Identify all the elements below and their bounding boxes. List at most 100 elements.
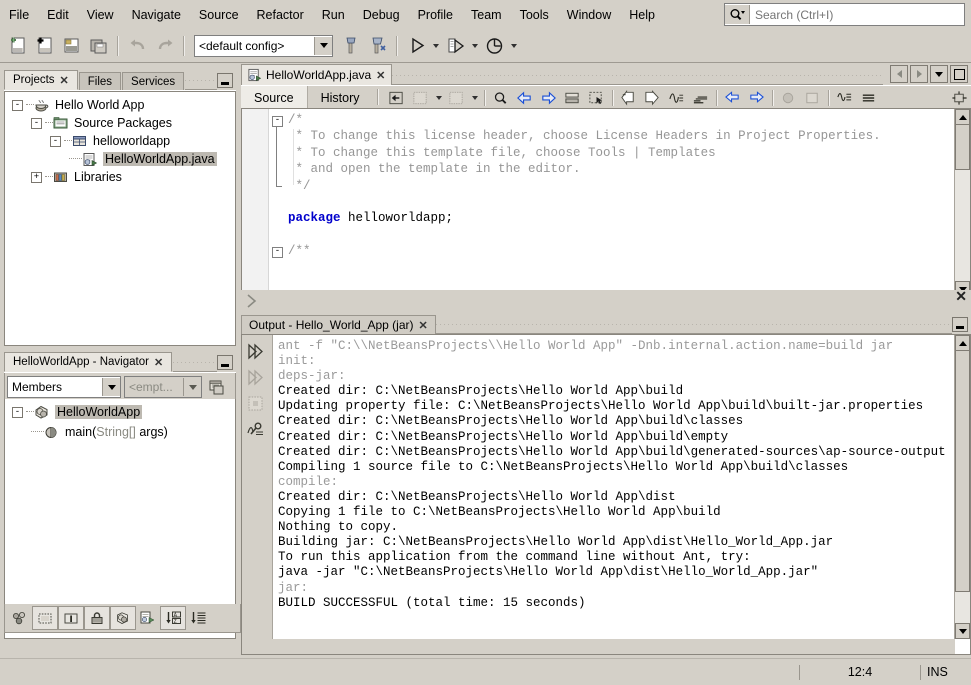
stop-button[interactable] <box>242 391 270 417</box>
expand-chevron-icon[interactable] <box>244 292 264 310</box>
tree-item-source-packages[interactable]: - Source Packages <box>5 114 235 132</box>
expander-icon[interactable]: - <box>12 100 23 111</box>
close-icon[interactable]: ✕ <box>60 74 69 87</box>
output-line[interactable]: Created dir: C:\NetBeansProjects\Hello W… <box>278 384 954 399</box>
menu-item-profile[interactable]: Profile <box>409 4 462 26</box>
comment-button[interactable] <box>689 87 713 108</box>
navigator-filter-select[interactable]: <empt... <box>124 376 202 398</box>
expander-icon[interactable]: - <box>12 407 23 418</box>
menu-item-file[interactable]: File <box>0 4 38 26</box>
chevron-down-icon[interactable] <box>102 378 120 396</box>
toggle-highlight-button[interactable] <box>561 87 585 108</box>
close-icon[interactable]: ✕ <box>419 319 428 332</box>
tree-item-libraries[interactable]: + Libraries <box>5 168 235 186</box>
editor-options-button[interactable] <box>947 87 971 108</box>
uncomment-button[interactable] <box>721 87 745 108</box>
output-line[interactable]: Created dir: C:\NetBeansProjects\Hello W… <box>278 490 954 505</box>
tab-source[interactable]: Source <box>241 86 308 109</box>
tree-item-helloworldapp-java[interactable]: HelloWorldApp.java <box>5 150 235 168</box>
editor-vertical-scrollbar[interactable] <box>954 109 970 297</box>
minimize-icon[interactable] <box>952 317 968 332</box>
run-project-button[interactable] <box>403 33 430 59</box>
save-all-button[interactable] <box>85 33 112 59</box>
output-console[interactable]: ant -f "C:\\NetBeansProjects\\Hello Worl… <box>241 334 971 655</box>
code-editor-area[interactable]: 1-/*2 * To change this license header, c… <box>241 108 971 313</box>
expander-icon[interactable]: + <box>31 172 42 183</box>
menu-item-tools[interactable]: Tools <box>511 4 558 26</box>
next-bookmark-button[interactable] <box>445 87 469 108</box>
find-selection-button[interactable] <box>489 87 513 108</box>
tree-item-helloworldapp-class[interactable]: - HelloWorldApp <box>5 399 235 421</box>
tree-item-main-method[interactable]: main(String[] args) <box>5 421 235 441</box>
open-project-button[interactable] <box>58 33 85 59</box>
toolbar-toggle-button[interactable] <box>857 87 881 108</box>
output-text[interactable]: ant -f "C:\\NetBeansProjects\\Hello Worl… <box>278 339 954 611</box>
menu-item-view[interactable]: View <box>78 4 123 26</box>
output-line[interactable]: Copying 1 file to C:\NetBeansProjects\He… <box>278 505 954 520</box>
shift-right-button[interactable] <box>641 87 665 108</box>
menu-item-navigate[interactable]: Navigate <box>123 4 190 26</box>
menu-item-window[interactable]: Window <box>558 4 620 26</box>
code-line[interactable]: * and open the template in the editor. <box>288 162 581 176</box>
new-project-button[interactable] <box>31 33 58 59</box>
debug-dropdown-icon[interactable] <box>472 44 478 48</box>
sort-alphabetically-button[interactable]: A Z <box>160 606 186 630</box>
menu-item-refactor[interactable]: Refactor <box>248 4 313 26</box>
scroll-up-button[interactable] <box>955 109 970 125</box>
profile-dropdown-icon[interactable] <box>511 44 517 48</box>
menu-item-run[interactable]: Run <box>313 4 354 26</box>
scroll-thumb[interactable] <box>955 124 970 170</box>
show-static-members-button[interactable] <box>58 606 84 630</box>
output-line[interactable]: compile: <box>278 475 954 490</box>
tree-item-helloworldapp-package[interactable]: - helloworldapp <box>5 132 235 150</box>
scroll-up-button[interactable] <box>955 335 970 351</box>
tab-navigator[interactable]: HelloWorldApp - Navigator ✕ <box>4 352 172 372</box>
code-line[interactable]: package helloworldapp; <box>288 211 453 225</box>
profile-project-button[interactable] <box>481 33 508 59</box>
output-line[interactable]: java -jar "C:\NetBeansProjects\Hello Wor… <box>278 565 954 580</box>
output-line[interactable]: ant -f "C:\\NetBeansProjects\\Hello Worl… <box>278 339 954 354</box>
find-next-button[interactable] <box>537 87 561 108</box>
projects-tree[interactable]: - Hello World App - <box>4 91 236 346</box>
output-line[interactable]: Updating property file: C:\NetBeansProje… <box>278 399 954 414</box>
minimize-icon[interactable] <box>217 73 233 88</box>
chevron-down-icon[interactable] <box>472 96 478 100</box>
output-line[interactable]: Created dir: C:\NetBeansProjects\Hello W… <box>278 445 954 460</box>
output-line[interactable]: Compiling 1 source file to C:\NetBeansPr… <box>278 460 954 475</box>
chevron-down-icon[interactable] <box>183 378 201 396</box>
code-line[interactable]: * To change this license header, choose … <box>288 129 881 143</box>
expander-icon[interactable]: - <box>31 118 42 129</box>
expander-icon[interactable]: - <box>50 136 61 147</box>
toggle-bookmark-button[interactable] <box>777 87 801 108</box>
menu-item-source[interactable]: Source <box>190 4 248 26</box>
sort-by-source-button[interactable] <box>186 607 210 629</box>
rerun-alt-button[interactable] <box>242 365 270 391</box>
run-dropdown-icon[interactable] <box>433 44 439 48</box>
tab-history[interactable]: History <box>308 86 373 109</box>
tab-projects[interactable]: Projects ✕ <box>4 70 78 90</box>
start-macro-recording-button[interactable] <box>665 87 689 108</box>
output-line[interactable]: To run this application from the command… <box>278 550 954 565</box>
debug-project-button[interactable] <box>442 33 469 59</box>
rerun-button[interactable] <box>242 339 270 365</box>
search-icon[interactable] <box>725 5 750 24</box>
output-line[interactable]: Nothing to copy. <box>278 520 954 535</box>
redo-button[interactable] <box>151 33 178 59</box>
output-settings-button[interactable] <box>242 417 270 443</box>
output-line[interactable]: BUILD SUCCESSFUL (total time: 15 seconds… <box>278 596 954 611</box>
output-line[interactable]: deps-jar: <box>278 369 954 384</box>
scroll-tabs-left-button[interactable] <box>890 65 908 83</box>
output-horizontal-scrollbar[interactable] <box>272 639 955 654</box>
code-line[interactable]: */ <box>288 179 311 193</box>
show-inherited-members-button[interactable] <box>8 607 32 629</box>
chevron-down-icon[interactable] <box>436 96 442 100</box>
output-tab-hello-world-app[interactable]: Output - Hello_World_App (jar) ✕ <box>241 315 436 334</box>
menu-item-debug[interactable]: Debug <box>354 4 409 26</box>
editor-area-splitter[interactable]: ✕ <box>241 290 971 314</box>
project-configuration-select[interactable]: <default config> <box>194 35 333 57</box>
show-constructors-button[interactable] <box>136 607 160 629</box>
navigator-scope-select[interactable]: Members <box>7 376 121 398</box>
new-file-button[interactable] <box>4 33 31 59</box>
navigator-tree[interactable]: - HelloWorldApp <box>4 399 236 639</box>
scroll-tabs-right-button[interactable] <box>910 65 928 83</box>
